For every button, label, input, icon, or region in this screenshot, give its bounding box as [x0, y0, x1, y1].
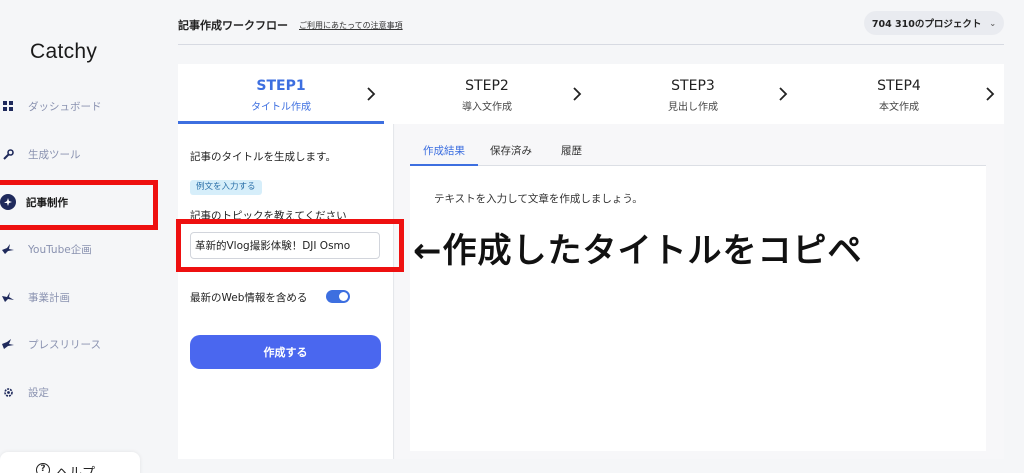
- tab-results[interactable]: 作成結果: [423, 143, 465, 158]
- sidebar-item-tools[interactable]: 生成ツール: [0, 130, 160, 178]
- step-number: STEP4: [877, 78, 921, 94]
- sidebar-item-press-release[interactable]: プレスリリース: [0, 320, 160, 368]
- chevron-right-icon: [779, 87, 788, 101]
- step-number: STEP2: [465, 78, 509, 94]
- step-label: タイトル作成: [251, 102, 311, 113]
- output-placeholder: テキストを入力して文章を作成しましょう。: [434, 193, 643, 205]
- highlight-box-input: [176, 219, 404, 272]
- project-label: 704 310のプロジェクト: [871, 19, 982, 30]
- chevron-right-icon: [573, 87, 582, 101]
- step-4[interactable]: STEP4 本文作成: [796, 64, 1002, 124]
- highlight-box-sidebar: [0, 180, 158, 230]
- output-tabs: 作成結果 保存済み 履歴: [410, 124, 986, 166]
- web-toggle-label: 最新のWeb情報を含める: [190, 292, 308, 304]
- tab-saved[interactable]: 保存済み: [490, 143, 532, 158]
- sidebar: Catchy ダッシュボード 生成ツール 記事制作 YouTube企画 事業計画: [0, 0, 160, 473]
- step-number: STEP1: [256, 78, 306, 94]
- web-info-toggle[interactable]: [326, 290, 350, 303]
- example-chip[interactable]: 例文を入力する: [190, 180, 262, 195]
- sidebar-item-youtube[interactable]: YouTube企画: [0, 225, 160, 273]
- sidebar-item-label: YouTube企画: [28, 243, 92, 256]
- step-label: 導入文作成: [462, 102, 512, 113]
- gear-icon: [2, 386, 14, 398]
- notice-link[interactable]: ご利用にあたっての注意事項: [299, 20, 403, 31]
- create-button[interactable]: 作成する: [190, 335, 381, 369]
- bird-icon: [2, 291, 14, 303]
- chevron-right-icon: [367, 87, 376, 101]
- step-number: STEP3: [671, 78, 715, 94]
- sidebar-item-dashboard[interactable]: ダッシュボード: [0, 82, 160, 130]
- question-icon: ?: [36, 463, 50, 473]
- sidebar-item-business-plan[interactable]: 事業計画: [0, 273, 160, 321]
- tab-history[interactable]: 履歴: [561, 143, 582, 158]
- chevron-right-icon: [986, 87, 995, 101]
- form-intro: 記事のタイトルを生成します。: [190, 151, 336, 163]
- page-title: 記事作成ワークフロー: [178, 19, 288, 32]
- output-panel: 作成結果 保存済み 履歴 テキストを入力して文章を作成しましょう。: [395, 124, 1004, 459]
- sidebar-item-label: 生成ツール: [28, 148, 81, 161]
- grid-icon: [2, 100, 14, 112]
- wrench-icon: [2, 148, 14, 160]
- sidebar-item-label: 事業計画: [28, 291, 70, 304]
- help-button[interactable]: ? ヘルプ: [0, 452, 140, 473]
- sidebar-item-label: 設定: [28, 386, 49, 399]
- chevron-down-icon: ⌄: [989, 18, 997, 28]
- sidebar-item-label: ダッシュボード: [28, 100, 102, 113]
- bird-icon: [2, 243, 14, 255]
- sidebar-item-settings[interactable]: 設定: [0, 368, 160, 416]
- title-form-panel: 記事のタイトルを生成します。 例文を入力する 記事のトピックを教えてください 最…: [178, 124, 394, 459]
- output-area: テキストを入力して文章を作成しましょう。: [410, 166, 986, 451]
- step-label: 本文作成: [879, 102, 919, 113]
- app-logo: Catchy: [30, 40, 98, 63]
- step-nav: STEP1 タイトル作成 STEP2 導入文作成 STEP3 見出し作成 STE…: [178, 64, 1004, 124]
- step-2[interactable]: STEP2 導入文作成: [384, 64, 590, 124]
- help-label: ヘルプ: [56, 462, 95, 473]
- project-selector[interactable]: 704 310のプロジェクト ⌄: [864, 11, 1004, 35]
- annotation-text: ←作成したタイトルをコピペ: [413, 231, 863, 271]
- header-divider: [178, 44, 1004, 45]
- step-1[interactable]: STEP1 タイトル作成: [178, 64, 384, 124]
- sidebar-item-label: プレスリリース: [28, 338, 101, 351]
- bird-icon: [2, 338, 14, 350]
- step-3[interactable]: STEP3 見出し作成: [590, 64, 796, 124]
- step-label: 見出し作成: [668, 102, 718, 113]
